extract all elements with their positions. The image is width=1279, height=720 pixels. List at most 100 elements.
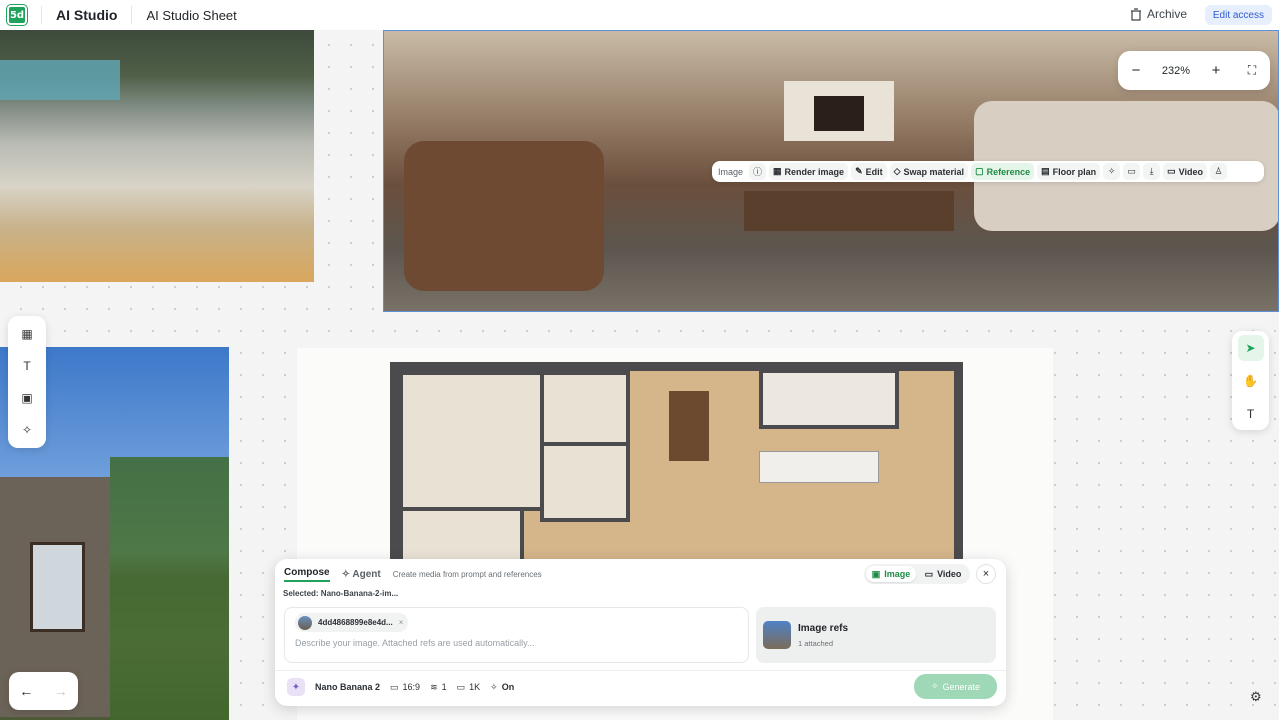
cursor-icon[interactable]: ➤ xyxy=(1237,334,1264,361)
generate-label: Generate xyxy=(942,681,981,692)
model-selector[interactable]: Nano Banana 2 xyxy=(315,682,380,692)
right-tool-palette: ➤ ✋ T xyxy=(1232,331,1269,430)
attached-ref-chip[interactable]: 4dd4868899e8e4d... × xyxy=(295,613,409,632)
magic-wand-icon: ✧ xyxy=(490,681,498,692)
pencil-icon: ✎ xyxy=(855,166,863,176)
history-nav: ← → xyxy=(9,672,78,710)
hand-icon[interactable]: ✋ xyxy=(1238,368,1264,394)
pool-render-image[interactable] xyxy=(0,30,314,282)
sheet-title[interactable]: AI Studio Sheet xyxy=(146,8,236,23)
resolution-selector[interactable]: ▭ 1K xyxy=(457,682,481,693)
generate-button[interactable]: ✧ Generate xyxy=(914,674,997,699)
header-divider xyxy=(131,6,133,24)
edit-button[interactable]: ✎ Edit xyxy=(851,163,887,180)
mode-image[interactable]: ▣ Image xyxy=(866,566,916,582)
compose-tabs: Compose ✧ Agent Create media from prompt… xyxy=(284,567,542,582)
enhance-value: On xyxy=(501,682,515,692)
compose-subtitle: Create media from prompt and references xyxy=(392,570,542,579)
close-button[interactable]: × xyxy=(976,564,996,584)
render-image-label: Render image xyxy=(784,166,845,177)
image-toolbar-label: Image xyxy=(718,166,744,177)
ref-thumbnail xyxy=(298,615,312,630)
app-logo[interactable]: 5d xyxy=(6,4,28,26)
zoom-control: − 232% + ⛶ xyxy=(1118,51,1270,90)
sparkle-icon[interactable]: ✧ xyxy=(14,417,40,443)
image-icon: ▣ xyxy=(871,568,881,579)
swap-material-button[interactable]: ◇ Swap material xyxy=(889,163,969,180)
mode-video-label: Video xyxy=(937,569,962,579)
model-icon: ✦ xyxy=(287,678,305,696)
image-refs-title: Image refs xyxy=(798,623,849,634)
grid-icon[interactable]: ▦ xyxy=(14,321,40,347)
compose-divider xyxy=(275,670,1006,671)
archive-button[interactable]: Archive xyxy=(1130,7,1187,21)
aspect-ratio-selector[interactable]: ▭ 16:9 xyxy=(390,682,420,693)
left-tool-palette: ▦ T ▣ ✧ xyxy=(8,316,46,448)
aspect-value: 16:9 xyxy=(402,682,421,692)
video-label: Video xyxy=(1178,166,1203,177)
edit-access-button[interactable]: Edit access xyxy=(1204,5,1272,25)
image-refs-card[interactable]: Image refs 1 attached xyxy=(756,607,996,663)
resolution-icon: ▭ xyxy=(456,681,466,692)
video-button[interactable]: ▭ Video xyxy=(1163,163,1207,180)
media-mode-toggle: ▣ Image ▭ Video xyxy=(864,564,970,584)
download-icon[interactable]: ⤓ xyxy=(1143,163,1161,180)
reference-icon: ▢ xyxy=(975,166,984,176)
zoom-in-button[interactable]: + xyxy=(1206,62,1226,79)
chip-remove-icon[interactable]: × xyxy=(399,618,404,627)
render-image-button[interactable]: ▦ Render image xyxy=(769,163,849,180)
reference-label: Reference xyxy=(986,166,1031,177)
floor-plan-icon: ▤ xyxy=(1041,166,1050,176)
selected-item-label: Selected: Nano-Banana-2-im... xyxy=(283,589,399,598)
top-bar: 5d AI Studio AI Studio Sheet Archive Edi… xyxy=(0,0,1279,30)
trash-icon xyxy=(1130,7,1141,21)
sparkle-icon: ✧ xyxy=(341,569,353,580)
mode-video[interactable]: ▭ Video xyxy=(918,566,968,582)
reference-button[interactable]: ▢ Reference xyxy=(971,163,1035,180)
compose-panel: Compose ✧ Agent Create media from prompt… xyxy=(275,559,1006,706)
model-label: Nano Banana 2 xyxy=(315,682,381,692)
floor-plan-button[interactable]: ▤ Floor plan xyxy=(1037,163,1101,180)
people-icon[interactable]: ♙ xyxy=(1209,163,1227,180)
info-icon[interactable]: ⓘ xyxy=(749,163,767,180)
sparkle-icon: ✧ xyxy=(930,681,939,691)
video-icon: ▭ xyxy=(1167,166,1176,176)
chip-label: 4dd4868899e8e4d... xyxy=(318,618,393,627)
tab-agent[interactable]: ✧ Agent xyxy=(342,569,381,580)
magic-wand-icon[interactable]: ✧ xyxy=(1103,163,1121,180)
image-toolbar: Image ⓘ ▦ Render image ✎ Edit ◇ Swap materi… xyxy=(712,161,1264,182)
ref-thumbnail xyxy=(763,621,791,649)
tab-agent-label: Agent xyxy=(352,569,381,580)
header-divider xyxy=(41,6,42,24)
count-value: 1 xyxy=(441,682,447,692)
count-selector[interactable]: ≋ 1 xyxy=(430,682,447,693)
fullscreen-icon[interactable]: ⛶ xyxy=(1242,63,1262,78)
zoom-out-button[interactable]: − xyxy=(1126,62,1146,79)
floor-plan-label: Floor plan xyxy=(1052,166,1097,177)
undo-arrow-icon[interactable]: ← xyxy=(19,683,33,699)
edit-label: Edit xyxy=(865,166,883,177)
layers-icon: ≋ xyxy=(430,681,438,692)
resolution-value: 1K xyxy=(469,682,481,692)
redo-arrow-icon[interactable]: → xyxy=(54,683,68,699)
prompt-area[interactable]: 4dd4868899e8e4d... × Describe your image… xyxy=(284,607,749,663)
enhance-toggle[interactable]: ✧ On xyxy=(490,682,514,693)
tab-compose[interactable]: Compose xyxy=(284,567,330,582)
archive-label: Archive xyxy=(1146,7,1187,21)
image-icon[interactable]: ▣ xyxy=(14,385,40,411)
video-icon: ▭ xyxy=(924,568,934,579)
image-refs-count: 1 attached xyxy=(798,639,834,648)
text-icon[interactable]: T xyxy=(14,353,40,379)
zoom-level: 232% xyxy=(1161,64,1191,77)
prompt-input[interactable]: Describe your image. Attached refs are u… xyxy=(295,638,534,648)
text-icon[interactable]: T xyxy=(1238,401,1264,427)
generation-settings: ✦ Nano Banana 2 ▭ 16:9 ≋ 1 ▭ 1K ✧ On xyxy=(287,676,514,698)
frame-icon[interactable]: ▭ xyxy=(1123,163,1141,180)
aspect-icon: ▭ xyxy=(390,681,399,692)
diamond-icon: ◇ xyxy=(893,166,901,176)
grid-icon: ▦ xyxy=(773,166,782,176)
app-title: AI Studio xyxy=(56,7,118,23)
swap-material-label: Swap material xyxy=(903,166,965,177)
mode-image-label: Image xyxy=(884,569,911,579)
sliders-icon[interactable]: ⚙ xyxy=(1250,689,1262,705)
